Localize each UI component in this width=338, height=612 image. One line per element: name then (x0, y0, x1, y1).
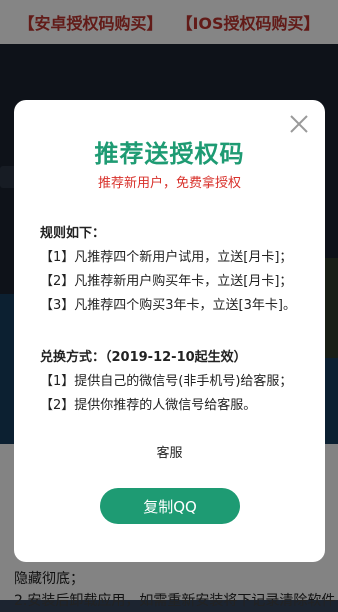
rule-item: 【1】凡推荐四个新用户试用，立送[月卡]； (40, 250, 293, 265)
close-icon[interactable] (287, 112, 311, 136)
modal-subtitle: 推荐新用户，免费拿授权 (97, 176, 241, 191)
rule-item: 【3】凡推荐四个购买3年卡，立送[3年卡]。 (40, 298, 296, 313)
rule-item: 【2】凡推荐新用户购买年卡，立送[月卡]； (40, 274, 293, 289)
redeem-item: 【1】提供自己的微信号(非手机号)给客服； (40, 374, 293, 389)
rules-heading: 规则如下： (40, 226, 106, 241)
referral-modal: 推荐送授权码 推荐新用户，免费拿授权 规则如下： 【1】凡推荐四个新用户试用，立… (14, 100, 325, 562)
copy-qq-button[interactable]: 复制QQ (100, 488, 240, 524)
redeem-heading: 兑换方式：（2019-12-10起生效） (40, 350, 247, 365)
customer-service-label: 客服 (156, 446, 183, 461)
redeem-item: 【2】提供你推荐的人微信号给客服。 (40, 398, 257, 413)
modal-title: 推荐送授权码 (94, 140, 245, 168)
